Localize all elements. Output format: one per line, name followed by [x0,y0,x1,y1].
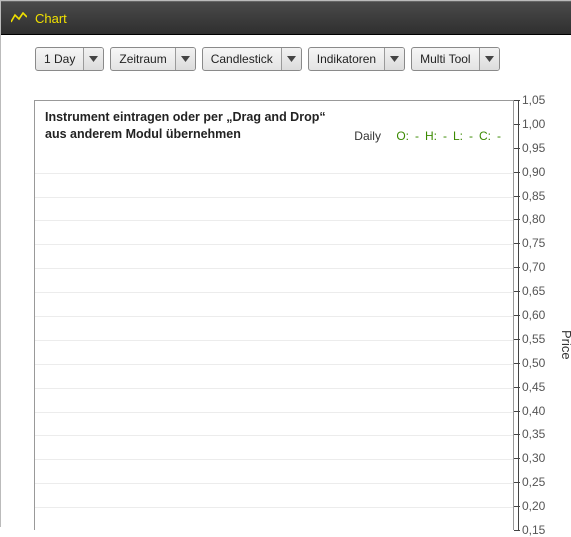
caret-down-icon [83,48,103,70]
gridline [35,340,513,341]
y-tick [514,124,520,125]
ohlc-c-label: C: [479,129,491,143]
y-tick [514,267,520,268]
y-tick-label: 0,90 [522,165,562,179]
y-tick-label: 1,05 [522,93,562,107]
ohlc-o-value: - [415,129,419,143]
drop-instruction: Instrument eintragen oder per „Drag and … [45,109,335,143]
y-tick-label: 0,80 [522,212,562,226]
y-tick-label: 0,95 [522,141,562,155]
y-tick [514,196,520,197]
gridline [35,316,513,317]
y-tick-label: 0,75 [522,236,562,250]
gridline [35,292,513,293]
y-tick-label: 0,35 [522,427,562,441]
ohlc-readout: Daily O: - H: - L: - C: - [354,129,501,143]
y-tick [514,506,520,507]
period-dropdown-label: Zeitraum [111,48,174,70]
chart-toolbar: 1 Day Zeitraum Candlestick Indikatoren M… [1,35,571,81]
ohlc-h-value: - [443,129,447,143]
gridline [35,364,513,365]
y-tick-label: 0,85 [522,189,562,203]
y-tick-label: 0,45 [522,380,562,394]
y-tick [514,291,520,292]
ohlc-o-label: O: [396,129,409,143]
y-tick [514,411,520,412]
gridline [35,173,513,174]
y-tick [514,148,520,149]
gridline [35,197,513,198]
indicators-dropdown-label: Indikatoren [309,48,384,70]
window-title: Chart [35,11,67,26]
chart-area: Instrument eintragen oder per „Drag and … [34,100,554,530]
y-tick-label: 1,00 [522,117,562,131]
y-tick-label: 0,55 [522,332,562,346]
range-dropdown-label: 1 Day [36,48,83,70]
y-tick-label: 0,50 [522,356,562,370]
gridline [35,268,513,269]
range-dropdown[interactable]: 1 Day [35,47,104,71]
y-tick [514,458,520,459]
gridline [35,507,513,508]
gridline [35,412,513,413]
ohlc-l-value: - [469,129,473,143]
title-bar: Chart [1,1,571,35]
y-tick [514,315,520,316]
gridline [35,459,513,460]
caret-down-icon [281,48,301,70]
caret-down-icon [384,48,404,70]
gridline [35,220,513,221]
y-tick-label: 0,40 [522,404,562,418]
ohlc-l-label: L: [453,129,463,143]
y-tick-label: 0,65 [522,284,562,298]
ohlc-c-value: - [497,129,501,143]
caret-down-icon [175,48,195,70]
y-tick [514,530,520,531]
y-tick [514,482,520,483]
style-dropdown[interactable]: Candlestick [202,47,302,71]
y-tick [514,387,520,388]
multitool-dropdown[interactable]: Multi Tool [411,47,499,71]
y-tick-label: 0,70 [522,260,562,274]
y-tick-label: 0,30 [522,451,562,465]
y-tick-label: 0,20 [522,499,562,513]
indicators-dropdown[interactable]: Indikatoren [308,47,405,71]
y-tick-label: 0,15 [522,523,562,537]
y-tick [514,339,520,340]
gridline [35,244,513,245]
y-tick [514,100,520,101]
caret-down-icon [479,48,499,70]
chart-line-icon [11,12,27,24]
chart-window: Chart 1 Day Zeitraum Candlestick Indikat… [0,0,571,527]
style-dropdown-label: Candlestick [203,48,281,70]
y-tick [514,243,520,244]
multitool-dropdown-label: Multi Tool [412,48,478,70]
y-tick [514,363,520,364]
gridline [35,483,513,484]
interval-label: Daily [354,129,381,143]
ohlc-h-label: H: [425,129,437,143]
plot-area[interactable]: Instrument eintragen oder per „Drag and … [34,100,514,530]
y-tick-label: 0,25 [522,475,562,489]
gridline [35,435,513,436]
y-tick [514,219,520,220]
period-dropdown[interactable]: Zeitraum [110,47,195,71]
y-tick [514,434,520,435]
gridline [35,388,513,389]
y-tick-label: 0,60 [522,308,562,322]
y-tick [514,172,520,173]
